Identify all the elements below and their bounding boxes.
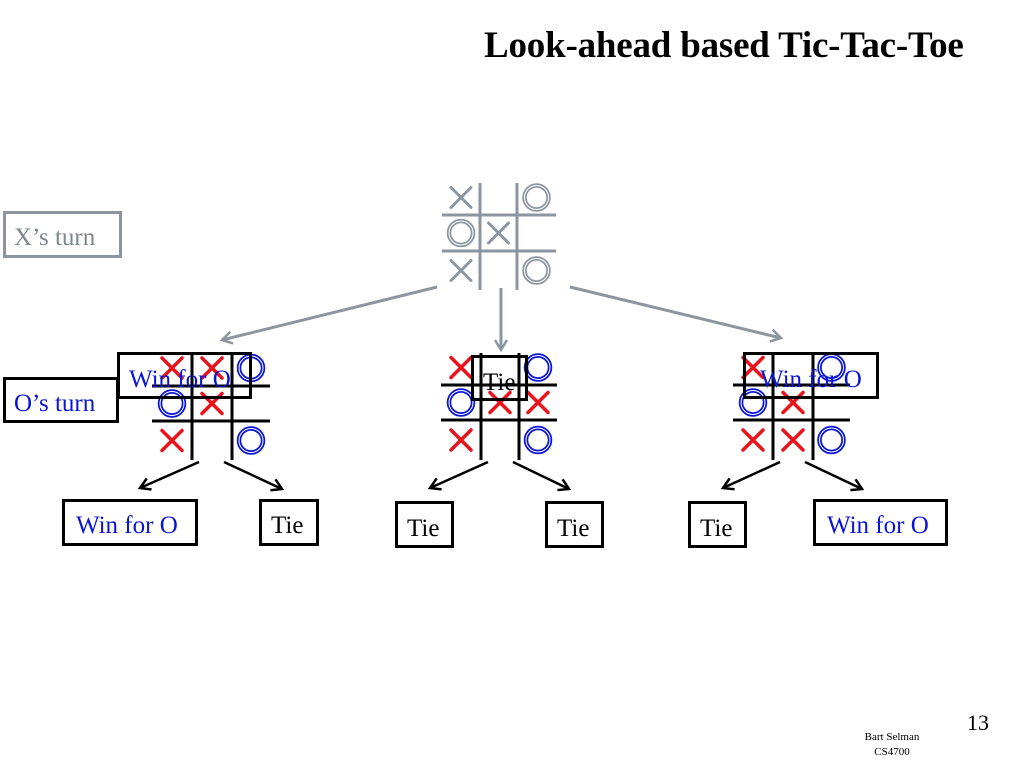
- arrow-root-to-left: [222, 285, 438, 340]
- right-board-result-label: Win for O: [743, 352, 879, 399]
- arrow-left-to-outcome-2: [223, 460, 282, 489]
- root-board: [442, 183, 556, 290]
- middle-board-result-label: Tie: [471, 355, 528, 401]
- arrow-middle-to-outcome-4: [512, 460, 569, 489]
- x-mark-icon: [449, 355, 473, 380]
- footer-course: CS4700: [874, 746, 910, 758]
- outcome-box-6: Win for O: [813, 499, 948, 546]
- x-mark-icon: [741, 428, 765, 452]
- footer-author: Bart Selman: [864, 731, 920, 743]
- outcome-box-1: Win for O: [62, 499, 198, 546]
- page-number: 13: [967, 710, 989, 735]
- o-mark-icon: [523, 425, 553, 455]
- o-turn-label: O’s turn: [3, 377, 119, 423]
- outcome-box-3: Tie: [395, 501, 454, 548]
- o-mark-icon: [446, 388, 476, 417]
- x-mark-icon: [449, 428, 473, 452]
- left-board-result-label: Win for O: [117, 352, 252, 399]
- o-mark-icon: [236, 426, 266, 455]
- o-mark-icon: [522, 183, 551, 212]
- o-mark-icon: [522, 256, 551, 285]
- arrow-right-to-outcome-6: [804, 460, 862, 489]
- outcome-box-2: Tie: [259, 499, 319, 546]
- outcome-box-4: Tie: [545, 501, 604, 548]
- arrow-middle-to-outcome-3: [430, 460, 489, 488]
- arrow-left-to-outcome-1: [140, 460, 200, 488]
- o-mark-icon: [446, 218, 476, 248]
- x-mark-icon: [526, 390, 550, 415]
- x-mark-icon: [449, 186, 473, 209]
- x-mark-icon: [160, 428, 184, 453]
- footer: Bart Selman CS4700: [852, 730, 932, 760]
- x-mark-icon: [487, 221, 510, 245]
- arrow-right-to-outcome-5: [723, 460, 781, 488]
- x-mark-icon: [449, 259, 473, 282]
- x-turn-label: X’s turn: [3, 211, 122, 258]
- o-mark-icon: [523, 353, 553, 382]
- o-mark-icon: [817, 425, 846, 455]
- x-mark-icon: [781, 428, 805, 452]
- arrow-root-to-right: [569, 285, 781, 338]
- outcome-box-5: Tie: [688, 501, 747, 548]
